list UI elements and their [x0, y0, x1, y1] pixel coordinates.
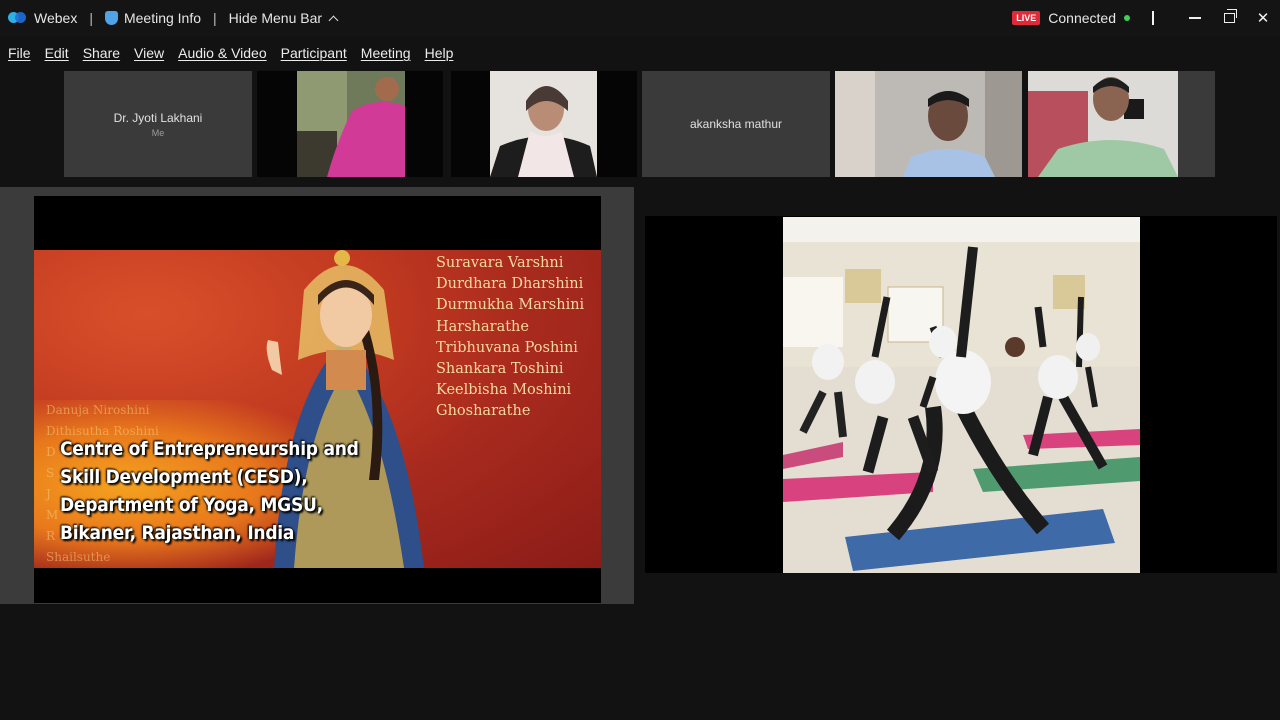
- participant-me-label: Me: [151, 127, 165, 138]
- live-badge: LIVE: [1012, 11, 1041, 25]
- menu-participant[interactable]: Participant: [281, 45, 347, 61]
- menu-file[interactable]: File: [8, 45, 31, 61]
- participant-tile-video[interactable]: [835, 71, 1022, 177]
- caption-line: Bikaner, Rajasthan, India: [60, 522, 295, 544]
- poem-line: Shankara Toshini: [436, 361, 564, 378]
- divider: |: [213, 10, 217, 26]
- poem-line: Keelbisha Moshini: [436, 382, 572, 399]
- menu-meeting[interactable]: Meeting: [361, 45, 411, 61]
- webex-logo-icon: [8, 10, 28, 26]
- poem-line: Suravara Varshni: [436, 255, 564, 271]
- ghost-line: Shailsuthe: [46, 550, 111, 564]
- close-button[interactable]: ✕: [1246, 3, 1280, 33]
- ghost-line: Danuja Niroshini: [46, 403, 150, 417]
- participant-video-woman-white: [490, 71, 597, 177]
- minimize-icon: [1189, 17, 1201, 19]
- meeting-info-button[interactable]: Meeting Info: [104, 10, 202, 26]
- app-name: Webex: [34, 10, 78, 26]
- menu-view[interactable]: View: [134, 45, 164, 61]
- meeting-info-label: Meeting Info: [123, 10, 202, 26]
- slide-poem: Suravara Varshni Durdhara Dharshini Durm…: [436, 253, 584, 423]
- yoga-class-video: [783, 217, 1140, 573]
- presentation-slide: Danuja Niroshini Dithisutha Roshini D S …: [34, 250, 601, 568]
- caption-line: Department of Yoga, MGSU,: [60, 494, 323, 516]
- participant-name: akanksha mathur: [689, 117, 783, 131]
- participant-name: Dr. Jyoti Lakhani: [113, 110, 203, 125]
- caption-line: Skill Development (CESD),: [60, 466, 308, 488]
- title-bar: Webex | Meeting Info | Hide Menu Bar LIV…: [0, 0, 1280, 36]
- restore-icon: [1223, 9, 1237, 23]
- slide-caption: Centre of Entrepreneurship and Skill Dev…: [60, 435, 359, 547]
- participant-video-woman-pink: [297, 71, 405, 177]
- menu-edit[interactable]: Edit: [45, 45, 69, 61]
- hide-menu-bar-button[interactable]: Hide Menu Bar: [228, 10, 339, 26]
- participant-tile-video[interactable]: [257, 71, 443, 177]
- participant-tile-audio[interactable]: akanksha mathur: [642, 71, 830, 177]
- participant-tile-video[interactable]: [1028, 71, 1215, 177]
- poem-line: Tribhuvana Poshini: [436, 339, 578, 356]
- poem-line: Durmukha Marshini: [436, 297, 585, 314]
- menu-audio-video[interactable]: Audio & Video: [178, 45, 266, 61]
- poem-line: Durdhara Dharshini: [436, 276, 584, 293]
- menu-bar: File Edit Share View Audio & Video Parti…: [0, 36, 1280, 70]
- menu-help[interactable]: Help: [425, 45, 454, 61]
- participant-tile-self[interactable]: Dr. Jyoti Lakhani Me: [64, 71, 252, 177]
- minimize-button[interactable]: [1178, 3, 1212, 33]
- connection-status: Connected: [1048, 10, 1116, 26]
- poem-line: Ghosharathe: [436, 403, 531, 420]
- caption-line: Centre of Entrepreneurship and: [60, 438, 359, 460]
- menu-share[interactable]: Share: [83, 45, 120, 61]
- divider: |: [89, 10, 93, 26]
- shield-icon: [104, 11, 118, 25]
- poem-line: Harsharathe: [436, 318, 529, 335]
- restore-button[interactable]: [1212, 3, 1246, 33]
- chevron-up-icon: [328, 15, 339, 25]
- hide-menu-bar-label: Hide Menu Bar: [228, 10, 323, 26]
- close-icon: ✕: [1256, 10, 1270, 27]
- connection-dot-icon: [1124, 15, 1130, 21]
- signal-bar-icon[interactable]: [1152, 11, 1154, 25]
- participant-video-man-blue-shirt: [835, 71, 1022, 177]
- participant-tile-video[interactable]: [451, 71, 637, 177]
- participant-video-man-green-shirt: [1028, 71, 1215, 177]
